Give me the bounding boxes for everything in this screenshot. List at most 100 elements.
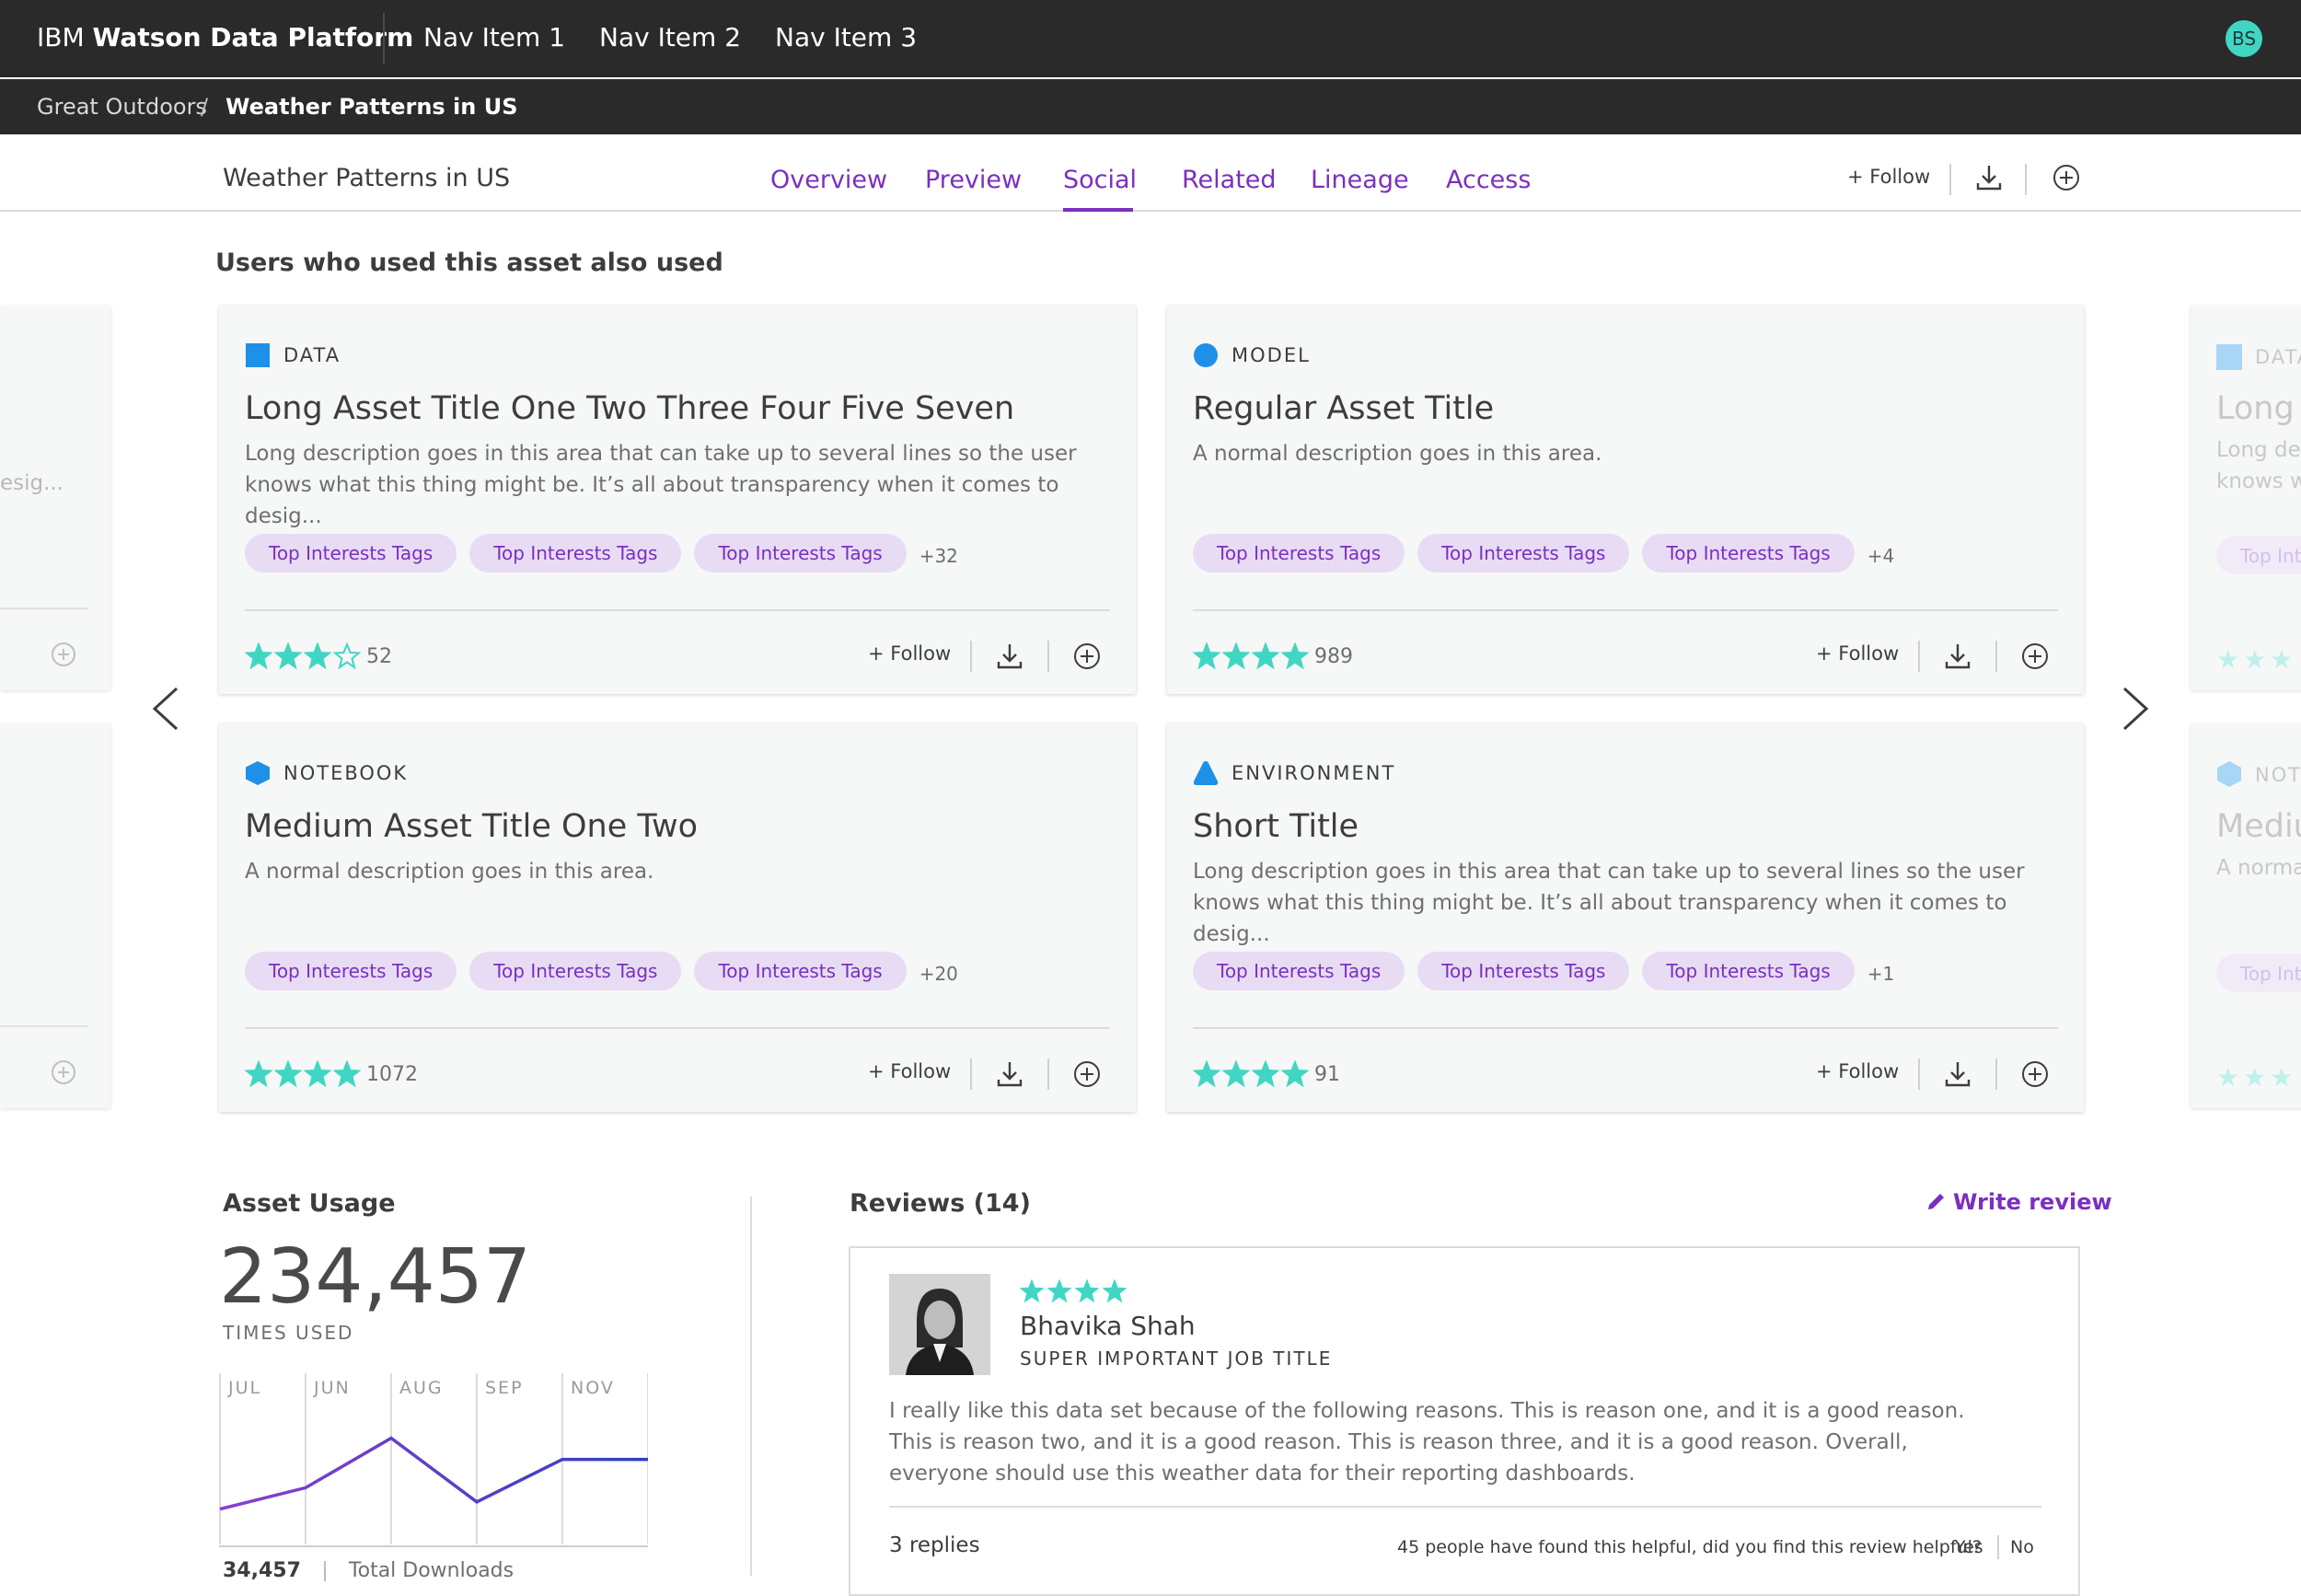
tag-chip[interactable]: Top Interests Tags	[694, 952, 907, 990]
nav-item-3[interactable]: Nav Item 3	[775, 22, 917, 52]
write-review-button[interactable]: Write review	[1925, 1189, 2112, 1215]
review-divider	[889, 1506, 2041, 1508]
tag-chip[interactable]: Top Interests Tags	[469, 952, 682, 990]
more-tags-count[interactable]: +32	[919, 545, 958, 567]
star-filled-icon[interactable]	[304, 642, 331, 670]
star-filled-icon[interactable]	[304, 1060, 331, 1088]
carousel-prev-arrow-icon[interactable]	[142, 681, 188, 736]
ghost-card-right-bottom[interactable]: NOTE Mediu A norma Top Inte ★★★	[2191, 723, 2301, 1108]
card-type-label: NOTEBOOK	[283, 762, 409, 784]
tag-chip[interactable]: Top Interests Tags	[1642, 952, 1855, 990]
total-downloads-number: 34,457	[223, 1559, 301, 1582]
card-title[interactable]: Short Title	[1193, 808, 1359, 845]
add-circle-icon[interactable]	[2019, 641, 2051, 672]
card-rating: 1072	[245, 1060, 418, 1088]
more-tags-count[interactable]: +20	[919, 963, 958, 985]
ghost-card-left-top[interactable]: esig...	[0, 306, 110, 690]
tab-social[interactable]: Social	[1063, 166, 1137, 194]
star-filled-icon[interactable]	[245, 1060, 272, 1088]
add-circle-icon[interactable]	[1071, 641, 1103, 672]
star-filled-icon[interactable]	[1281, 1060, 1309, 1088]
tag-chip[interactable]: Top Interests Tags	[1193, 952, 1405, 990]
star-filled-icon[interactable]	[1222, 642, 1250, 670]
star-filled-icon[interactable]	[274, 1060, 302, 1088]
download-icon[interactable]	[1942, 641, 1973, 672]
usage-line-chart: JUL JUN AUG SEP NOV	[219, 1373, 648, 1547]
card-title[interactable]: Regular Asset Title	[1193, 390, 1494, 427]
helpful-yes-button[interactable]: Yes	[1955, 1537, 1983, 1557]
star-filled-icon[interactable]	[245, 642, 272, 670]
ghost-card-right-top[interactable]: DATA Long A Long des knows w Top Inte ★★…	[2191, 306, 2301, 690]
follow-button[interactable]: + Follow	[1816, 642, 1899, 665]
ghost-card-left-bottom[interactable]	[0, 723, 110, 1108]
card-type-label: DATA	[283, 344, 341, 366]
chart-tick-label: SEP	[485, 1378, 524, 1398]
star-filled-icon[interactable]	[333, 1060, 361, 1088]
asset-card[interactable]: DATA Long Asset Title One Two Three Four…	[219, 306, 1136, 694]
action-divider	[1918, 1058, 1920, 1090]
nav-item-1[interactable]: Nav Item 1	[423, 22, 565, 52]
add-circle-icon[interactable]	[2051, 162, 2082, 193]
asset-header: Weather Patterns in US Overview Preview …	[0, 134, 2301, 212]
star-filled-icon[interactable]	[1193, 642, 1220, 670]
tab-overview[interactable]: Overview	[770, 166, 887, 194]
asset-card[interactable]: NOTEBOOK Medium Asset Title One Two A no…	[219, 723, 1136, 1112]
card-description: A normal description goes in this area.	[1193, 442, 1602, 466]
helpful-no-button[interactable]: No	[2010, 1537, 2034, 1557]
add-circle-icon[interactable]	[1071, 1058, 1103, 1090]
tab-lineage[interactable]: Lineage	[1311, 166, 1409, 194]
nav-item-2[interactable]: Nav Item 2	[599, 22, 741, 52]
star-filled-icon[interactable]	[274, 642, 302, 670]
card-title[interactable]: Medium Asset Title One Two	[245, 808, 698, 845]
nav-divider	[383, 13, 385, 64]
star-filled-icon[interactable]	[1222, 1060, 1250, 1088]
download-icon[interactable]	[1973, 162, 2005, 193]
action-divider	[1995, 641, 1997, 672]
tag-chip[interactable]: Top Interests Tags	[1417, 952, 1630, 990]
tag-chip[interactable]: Top Interests Tags	[245, 952, 457, 990]
add-circle-icon[interactable]	[50, 1058, 77, 1086]
add-circle-icon[interactable]	[2019, 1058, 2051, 1090]
download-icon[interactable]	[994, 641, 1025, 672]
tab-preview[interactable]: Preview	[925, 166, 1022, 194]
star-filled-icon[interactable]	[1193, 1060, 1220, 1088]
follow-button[interactable]: + Follow	[868, 642, 951, 665]
asset-card[interactable]: ENVIRONMENT Short Title Long description…	[1167, 723, 2084, 1112]
helpful-divider	[1997, 1535, 1999, 1559]
ghost-card-type: NOTE	[2255, 764, 2301, 786]
star-filled-icon	[1074, 1278, 1100, 1303]
card-description: Long description goes in this area that …	[1193, 860, 2025, 946]
ghost-tag[interactable]: Top Inte	[2216, 536, 2301, 574]
follow-button[interactable]: + Follow	[1816, 1060, 1899, 1082]
user-avatar[interactable]: BS	[2226, 20, 2262, 57]
more-tags-count[interactable]: +4	[1867, 545, 1894, 567]
more-tags-count[interactable]: +1	[1867, 963, 1894, 985]
follow-button[interactable]: + Follow	[868, 1060, 951, 1082]
tag-chip[interactable]: Top Interests Tags	[1642, 534, 1855, 572]
add-circle-icon[interactable]	[50, 641, 77, 668]
download-icon[interactable]	[994, 1058, 1025, 1090]
tag-chip[interactable]: Top Interests Tags	[694, 534, 907, 572]
tag-chip[interactable]: Top Interests Tags	[1193, 534, 1405, 572]
carousel-next-arrow-icon[interactable]	[2113, 681, 2159, 736]
tag-chip[interactable]: Top Interests Tags	[469, 534, 682, 572]
review-replies-link[interactable]: 3 replies	[889, 1533, 980, 1557]
download-icon[interactable]	[1942, 1058, 1973, 1090]
tag-chip[interactable]: Top Interests Tags	[1417, 534, 1630, 572]
star-filled-icon[interactable]	[1252, 1060, 1279, 1088]
star-filled-icon[interactable]	[1252, 642, 1279, 670]
follow-asset-button[interactable]: + Follow	[1847, 166, 1930, 188]
card-tags: Top Interests Tags Top Interests Tags Top …	[245, 952, 958, 990]
tab-access[interactable]: Access	[1446, 166, 1531, 194]
breadcrumb-parent[interactable]: Great Outdoors	[37, 94, 207, 120]
action-divider	[1995, 1058, 1997, 1090]
tab-related[interactable]: Related	[1182, 166, 1277, 194]
tag-chip[interactable]: Top Interests Tags	[245, 534, 457, 572]
star-empty-icon[interactable]	[333, 642, 361, 670]
brand-logo[interactable]: IBM Watson Data Platform	[37, 22, 413, 52]
reviewer-name: Bhavika Shah	[1020, 1311, 1196, 1341]
ghost-tag[interactable]: Top Inte	[2216, 954, 2301, 992]
asset-card[interactable]: MODEL Regular Asset Title A normal descr…	[1167, 306, 2084, 694]
card-title[interactable]: Long Asset Title One Two Three Four Five…	[245, 390, 1014, 427]
star-filled-icon[interactable]	[1281, 642, 1309, 670]
